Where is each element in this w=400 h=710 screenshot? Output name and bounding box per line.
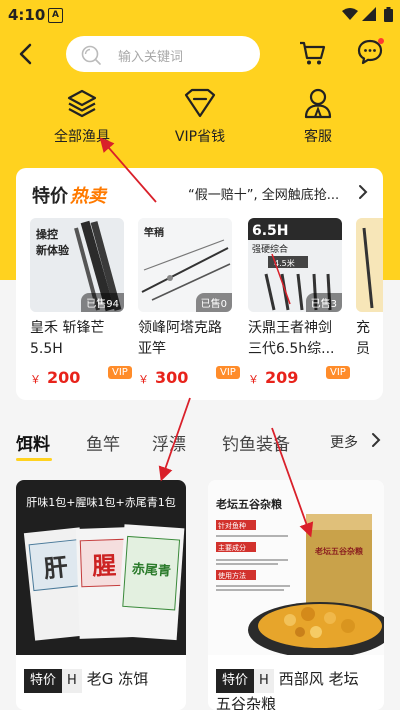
yen-symbol: ￥ [138,373,149,386]
tab-bait[interactable]: 饵料 [16,430,50,455]
goods-name-line2: 五谷杂粮 [216,695,277,710]
vip-badge: VIP [108,366,132,379]
yen-symbol: ￥ [30,373,41,386]
goods-image-banner: 肝味1包+腥味1包+赤尾青1包 [26,496,175,509]
quicknav-vip[interactable]: VIP省钱 [150,86,250,146]
product-name: 沃鼎王者神剑三代6.5h综... [248,320,335,357]
product-name: 皇禾 斩锋芒5.5H [30,320,105,357]
quick-nav: 全部渔具 VIP省钱 客服 [0,86,400,146]
sold-count: 已售3 [305,293,342,312]
person-icon [304,88,332,119]
goods-card[interactable]: 老坛五谷杂粮 针对鱼种 主要成分 使用方法 老坛五谷杂粮 特价 H 西部风 老坛 五谷… [208,480,384,710]
secondary-tag: H [254,669,274,693]
bag-label: 腥 [92,552,117,581]
goods-card[interactable]: 肝味1包+腥味1包+赤尾青1包 肝 腥 赤尾青 特价 H 老G 冻饵 [16,480,186,710]
active-tab-indicator [16,458,52,461]
sold-count: 已售0 [195,293,232,312]
search-input[interactable]: 输入关键词 [66,36,260,72]
goods-image-section: 使用方法 [218,571,246,580]
notification-a-icon: A [48,8,63,23]
tab-float[interactable]: 浮漂 [152,430,186,455]
sold-count: 已售94 [81,293,124,312]
partial-product-image [356,218,383,312]
goods-image-section: 主要成分 [218,543,246,552]
product-price: ￥ 209 [248,368,298,387]
yen-symbol: ￥ [248,373,259,386]
bag-label: 肝 [42,553,69,583]
product-card[interactable]: 操控 新体验 已售94 皇禾 斩锋芒5.5H ￥ 200 VIP [30,218,132,387]
product-name: 领峰阿塔克路亚竿 [138,320,222,357]
product-image-text: 强硬综合 [252,243,288,255]
back-arrow-icon[interactable] [12,40,40,68]
category-tabs: 饵料 鱼竿 浮漂 钓鱼装备 更多 [0,420,400,464]
special-tag: 特价 [216,669,255,693]
special-tag: 特价 [24,669,63,693]
quicknav-all-tackle[interactable]: 全部渔具 [32,86,132,146]
cart-icon[interactable] [298,40,326,66]
bag-label: 老坛五谷杂粮 [314,546,363,556]
product-image: 竿稍 已售0 [138,218,232,312]
unread-dot [378,38,384,44]
signal-icon [362,7,376,21]
product-price: ￥ 200 [30,368,80,387]
status-bar: 4:10 A [0,0,400,30]
price-value: 300 [155,368,189,387]
hot-sale-card: 特价 热卖 “假一赔十”, 全网触底抢... 操控 新体验 已售94 皇禾 斩锋芒… [16,168,383,400]
top-bar: 输入关键词 [0,32,400,76]
goods-name: 西部风 老坛 [278,670,359,688]
goods-title: 特价 H 西部风 老坛 五谷杂粮 [216,668,359,710]
product-image-text: 6.5H [252,223,289,239]
product-image [356,218,383,312]
search-icon [81,45,101,65]
quicknav-service[interactable]: 客服 [268,86,368,146]
layers-icon [67,89,97,118]
quicknav-label: VIP省钱 [174,129,226,145]
product-image-text: 4.5米 [274,258,295,268]
product-card[interactable]: 6.5H 强硬综合 4.5米 已售3 沃鼎王者神剑三代6.5h综... ￥ 209… [248,218,350,387]
goods-image-banner: 老坛五谷杂粮 [215,497,282,511]
product-image-text: 竿稍 [144,226,164,239]
quicknav-label: 全部渔具 [54,129,110,145]
vip-badge: VIP [326,366,350,379]
product-image: 操控 新体验 已售94 [30,218,124,312]
battery-icon [384,7,393,22]
product-price: ￥ 300 [138,368,188,387]
goods-name: 老G 冻饵 [86,670,149,688]
quicknav-label: 客服 [304,129,332,145]
hot-title-special: 特价 [32,186,68,207]
hot-subtitle[interactable]: “假一赔十”, 全网触底抢... [188,184,339,203]
tab-more[interactable]: 更多 [330,432,358,452]
message-button[interactable] [356,38,384,70]
search-placeholder: 输入关键词 [118,50,184,65]
price-value: 209 [265,368,299,387]
hot-sale-title: 特价 热卖 [32,182,106,208]
price-value: 200 [47,368,81,387]
chevron-right-icon[interactable] [356,184,370,200]
product-name: 充员 [356,320,370,357]
vip-badge: VIP [216,366,240,379]
tab-gear[interactable]: 钓鱼装备 [222,430,290,455]
status-time: 4:10 [8,6,46,24]
goods-image-section: 针对鱼种 [218,521,246,530]
chevron-right-icon[interactable] [370,432,382,448]
product-image-text: 新体验 [36,243,70,257]
goods-title: 特价 H 老G 冻饵 [24,668,148,693]
secondary-tag: H [62,669,82,693]
product-image-text: 操控 [36,227,58,241]
product-card[interactable]: 竿稍 已售0 领峰阿塔克路亚竿 ￥ 300 VIP [138,218,240,387]
goods-image-frozen-bait: 肝味1包+腥味1包+赤尾青1包 肝 腥 赤尾青 [16,480,186,655]
product-card[interactable]: 充员 [356,218,383,360]
tab-rod[interactable]: 鱼竿 [86,430,120,455]
diamond-icon [184,88,216,118]
product-image: 6.5H 强硬综合 4.5米 已售3 [248,218,342,312]
bag-label: 赤尾青 [131,561,171,580]
hot-title-hot: 热卖 [70,186,106,207]
goods-image-grain-bait: 老坛五谷杂粮 针对鱼种 主要成分 使用方法 老坛五谷杂粮 [208,480,384,655]
wifi-icon [342,8,358,20]
